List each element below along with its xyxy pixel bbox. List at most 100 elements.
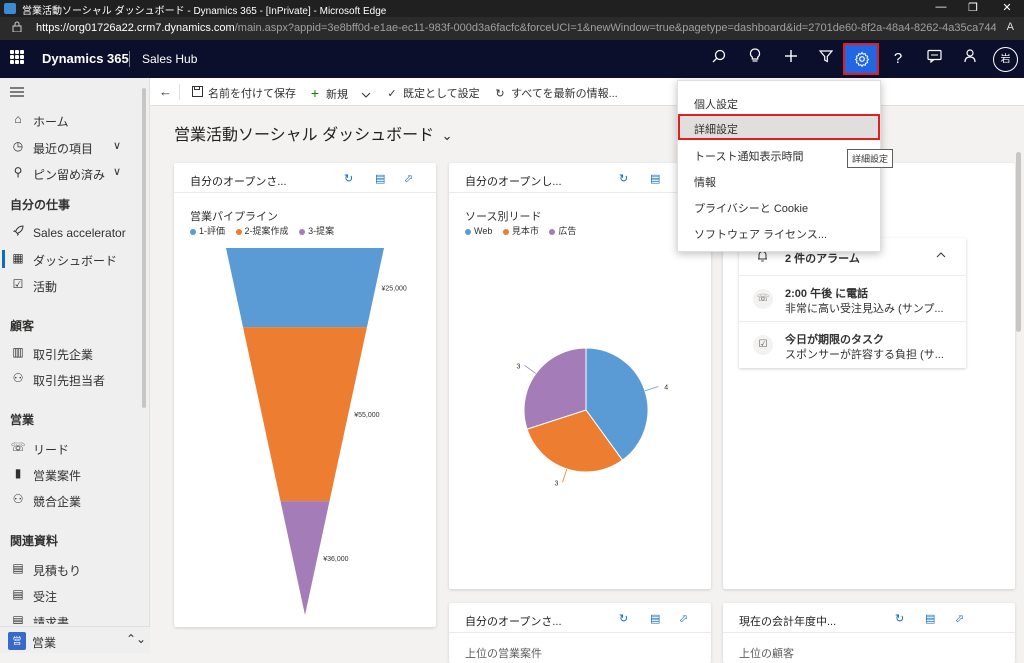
refresh-icon: ↻ — [495, 88, 505, 100]
refresh-icon[interactable]: ↻ — [619, 612, 628, 625]
url-text[interactable]: https://org01726a22.crm7.dynamics.com/ma… — [36, 22, 996, 34]
new-label: 新規 — [326, 89, 348, 101]
sidebar-item-home[interactable]: ⌂ ホーム — [0, 107, 146, 133]
view-records-icon[interactable]: ▤ — [650, 172, 660, 185]
leader-line — [562, 468, 568, 483]
funnel-segment[interactable] — [243, 327, 367, 502]
view-records-icon[interactable]: ▤ — [650, 612, 660, 625]
chevron-down-icon[interactable]: ⌄ — [442, 128, 453, 143]
sidebar-item-label: 営業案件 — [33, 469, 82, 483]
chart-legend: 1-評価 2-提案作成 3-提案 — [190, 224, 342, 237]
brand-title[interactable]: Dynamics 365 — [42, 51, 129, 66]
lightbulb-icon[interactable] — [742, 46, 768, 72]
refresh-icon[interactable]: ↻ — [344, 172, 353, 185]
main-scrollbar[interactable] — [1016, 152, 1021, 332]
filter-icon[interactable] — [813, 46, 839, 72]
card-title[interactable]: 自分のオープンさ... — [190, 173, 287, 189]
help-icon[interactable]: ? — [885, 46, 911, 72]
dashboard-selector[interactable]: 営業活動ソーシャル ダッシュボード ⌄ — [174, 121, 453, 145]
legend-item[interactable]: 見本市 — [502, 226, 539, 236]
search-icon[interactable] — [706, 46, 732, 72]
area-switcher[interactable]: 営 営業 ⌃⌄ — [0, 626, 150, 653]
refresh-icon[interactable]: ↻ — [895, 612, 904, 625]
funnel-segment[interactable] — [280, 501, 330, 615]
menu-item-privacy[interactable]: プライバシーと Cookie — [678, 193, 880, 219]
sidebar-item-sales-accelerator[interactable]: Sales accelerator — [0, 220, 146, 246]
chevron-down-icon[interactable] — [361, 89, 371, 101]
card-title[interactable]: 自分のオープンし... — [465, 173, 562, 189]
minimize-button[interactable]: — — [926, 1, 956, 13]
card-title[interactable]: 自分のオープンさ... — [465, 613, 562, 629]
chevron-down-icon[interactable]: ∨ — [113, 165, 121, 178]
chevron-up-icon[interactable] — [936, 249, 946, 261]
sidebar-item-invoices[interactable]: ▤ 請求書 — [0, 608, 146, 624]
feedback-icon[interactable] — [921, 46, 947, 72]
sidebar-item-pinned[interactable]: ⚲ ピン留め済み ∨ — [0, 160, 146, 186]
data-label: 3 — [555, 480, 559, 487]
alarm-subtitle: スポンサーが許容する負担 (サ... — [785, 349, 944, 361]
set-as-default-button[interactable]: ✓ 既定として設定 — [385, 85, 479, 101]
alarm-item[interactable]: ☏ 2:00 午後 に電話 非常に高い受注見込み (サンプ... — [739, 276, 966, 322]
funnel-segment[interactable] — [226, 248, 384, 328]
legend-item[interactable]: 1-評価 — [190, 226, 225, 236]
card-title[interactable]: 現在の会計年度中... — [739, 613, 836, 629]
menu-item-advanced-settings[interactable]: 詳細設定 — [678, 114, 880, 140]
area-badge: 営 — [8, 632, 26, 650]
accounts-icon: ▥ — [12, 345, 24, 359]
menu-item-licenses[interactable]: ソフトウェア ライセンス... — [678, 219, 880, 245]
legend-item[interactable]: 3-提案 — [299, 226, 334, 236]
menu-item-personal-settings[interactable]: 個人設定 — [678, 89, 880, 115]
app-launcher-icon[interactable] — [10, 50, 24, 64]
address-bar[interactable]: https://org01726a22.crm7.dynamics.com/ma… — [0, 17, 1024, 40]
sidebar-item-activities[interactable]: ☑ 活動 — [0, 272, 146, 298]
expand-icon[interactable]: ⬀ — [679, 612, 688, 625]
pin-icon: ⚲ — [13, 165, 23, 179]
view-records-icon[interactable]: ▤ — [925, 612, 935, 625]
save-as-button[interactable]: 名前を付けて保存 — [190, 85, 296, 101]
url-host: https://org01726a22.crm7.dynamics.com — [36, 22, 235, 34]
card-header: 自分のオープンさ... ↻ ▤ ⬀ — [174, 163, 436, 193]
add-icon[interactable] — [778, 46, 804, 72]
page-title: 営業活動ソーシャル ダッシュボード — [174, 127, 435, 144]
menu-item-about[interactable]: 情報 — [678, 167, 880, 193]
expand-icon[interactable]: ⬀ — [404, 172, 413, 185]
sidebar-item-opportunities[interactable]: ▮ 営業案件 — [0, 461, 146, 487]
new-button[interactable]: + 新規 — [308, 85, 371, 102]
refresh-icon[interactable]: ↻ — [619, 172, 628, 185]
sales-assistant-icon[interactable] — [957, 46, 983, 72]
sidebar-scrollbar[interactable] — [142, 88, 146, 408]
url-path: /main.aspx?appid=3e8bff0d-e1ae-ec11-983f… — [234, 22, 996, 34]
restore-button[interactable]: ❐ — [958, 1, 988, 14]
sidebar-item-dashboards[interactable]: ▦ ダッシュボード — [0, 246, 146, 272]
sidebar-item-orders[interactable]: ▤ 受注 — [0, 582, 146, 608]
legend-item[interactable]: 広告 — [549, 226, 576, 236]
view-records-icon[interactable]: ▤ — [375, 172, 385, 185]
chevron-updown-icon[interactable]: ⌃⌄ — [126, 632, 146, 646]
lock-icon[interactable] — [12, 21, 22, 35]
sidebar-item-leads[interactable]: ☏ リード — [0, 435, 146, 461]
read-aloud-icon[interactable]: A — [1007, 21, 1014, 33]
sidebar-item-quotes[interactable]: ▤ 見積もり — [0, 556, 146, 582]
chevron-down-icon[interactable]: ∨ — [113, 139, 121, 152]
alarm-item[interactable]: ☑ 今日が期限のタスク スポンサーが許容する負担 (サ... — [739, 322, 966, 368]
sidebar-item-label: ピン留め済み — [33, 168, 106, 182]
app-name[interactable]: Sales Hub — [142, 52, 197, 66]
sidebar-item-recent[interactable]: ◷ 最近の項目 ∨ — [0, 134, 146, 160]
chart-title: ソース別リード — [465, 211, 542, 223]
app-navigation-bar: Dynamics 365 Sales Hub ? 岩 — [0, 40, 1024, 78]
sidebar-item-contacts[interactable]: ⚇ 取引先担当者 — [0, 366, 146, 392]
user-avatar[interactable]: 岩 — [993, 47, 1018, 72]
sidebar-item-label: リード — [33, 443, 70, 457]
back-button[interactable]: ← — [159, 84, 172, 99]
sidebar-item-accounts[interactable]: ▥ 取引先企業 — [0, 340, 146, 366]
data-label: 3 — [517, 363, 521, 370]
close-button[interactable]: ✕ — [992, 1, 1022, 14]
expand-icon[interactable]: ⬀ — [955, 612, 964, 625]
gear-icon — [854, 51, 870, 70]
sidebar-item-competitors[interactable]: ⚇ 競合企業 — [0, 487, 146, 513]
settings-button[interactable] — [843, 43, 879, 75]
refresh-all-button[interactable]: ↻ すべてを最新の情報... — [493, 85, 617, 101]
hamburger-menu-icon[interactable] — [10, 86, 24, 101]
legend-item[interactable]: Web — [465, 226, 492, 236]
legend-item[interactable]: 2-提案作成 — [235, 226, 289, 236]
